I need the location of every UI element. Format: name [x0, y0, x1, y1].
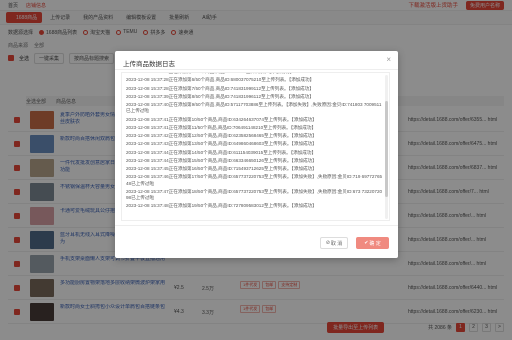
log-line: 2023-12-08 15:37:44正在添加第14/50个商品,商品ID:61… [126, 149, 317, 155]
log-list: 2023-12-08 15:37:27正在添加第5/50个商品,商品ID:647… [122, 73, 384, 212]
cancel-button[interactable]: ⊘ 取 消 [320, 237, 348, 249]
confirm-label: 确 定 [369, 240, 381, 247]
log-line: 2023-12-08 15:37:43正在添加第13/50个商品,商品ID:64… [126, 141, 317, 147]
log-line: 2023-12-08 15:37:28正在添加第7/50个商品,商品ID:741… [126, 85, 314, 91]
log-line: 2023-12-08 15:37:40正在添加第9/50个商品,商品ID:571… [126, 102, 382, 114]
log-line: 2023-12-08 15:37:45正在添加第16/50个商品,商品ID:71… [126, 166, 317, 172]
divider [115, 69, 398, 70]
log-line: 2023-12-08 15:37:41正在添加第10/50个商品,商品ID:63… [126, 116, 317, 122]
log-line: 2023-12-08 15:37:41正在添加第11/50个商品,商品ID:70… [126, 124, 317, 130]
close-icon[interactable]: × [386, 56, 391, 64]
app-page: 首页 店铺信息 下载激活版上货助手 免费用户名称 1688商品 上传记录 我的产… [0, 0, 512, 340]
log-line: 2023-12-08 15:37:27正在添加第5/50个商品,商品ID:647… [122, 73, 384, 75]
divider [115, 225, 398, 226]
log-panel[interactable]: 2023-12-08 15:37:27正在添加第5/50个商品,商品ID:647… [121, 72, 390, 221]
log-line: 2023-12-08 15:37:42正在添加第12/50个商品,商品ID:62… [126, 133, 317, 139]
dialog-title: 上传商品数据日志 [123, 61, 175, 68]
cancel-icon: ⊘ [325, 240, 330, 246]
log-line: 2023-12-08 15:37:44正在添加第15/50个商品,商品ID:66… [126, 157, 317, 163]
log-line: 2023-12-08 15:37:46正在添加第17/50个商品,商品ID:65… [126, 174, 383, 186]
log-line: 2023-12-08 15:37:47正在添加第18/50个商品,商品ID:65… [126, 188, 383, 200]
confirm-button[interactable]: ✔ 确 定 [356, 237, 389, 249]
cancel-label: 取 消 [330, 240, 343, 247]
upload-log-dialog: 上传商品数据日志 × 2023-12-08 15:37:27正在添加第5/50个… [115, 51, 398, 258]
check-icon: ✔ [364, 240, 369, 246]
scrollbar-thumb[interactable] [385, 101, 388, 197]
log-line: 2023-12-08 15:37:39正在添加第8/50个商品,商品ID:741… [126, 93, 314, 99]
log-line: 2023-12-08 15:37:28正在添加第6/50个商品,商品ID:680… [126, 77, 315, 83]
log-line: 2023-12-08 15:37:48正在添加第19/50个商品,商品ID:72… [126, 203, 317, 209]
